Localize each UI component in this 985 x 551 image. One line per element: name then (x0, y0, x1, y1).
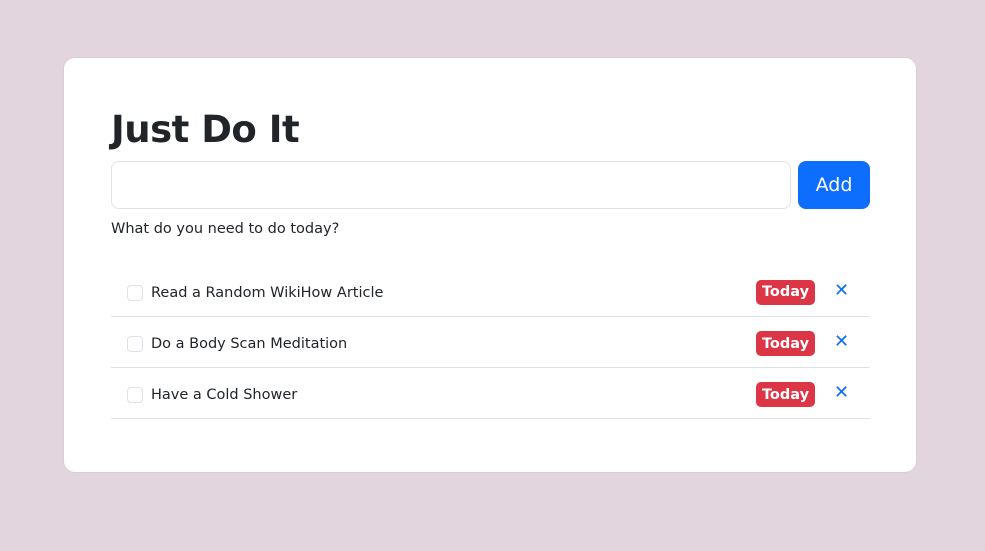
todo-text: Do a Body Scan Meditation (151, 336, 348, 352)
todo-checkbox[interactable] (127, 284, 143, 301)
todo-checkbox[interactable] (127, 336, 143, 352)
status-badge: Today (756, 279, 815, 305)
list-item: Read a Random WikiHow Article Today ✕ (111, 265, 870, 317)
input-help-text: What do you need to do today? (111, 221, 340, 237)
todo-text: Have a Cold Shower (151, 387, 298, 403)
close-icon[interactable]: ✕ (834, 280, 849, 301)
todo-checkbox[interactable] (127, 387, 143, 403)
status-badge: Today (756, 382, 815, 407)
todo-card: Just Do It Add What do you need to do to… (63, 57, 917, 473)
page-title: Just Do It (111, 108, 300, 151)
close-icon[interactable]: ✕ (834, 331, 849, 352)
add-button[interactable]: Add (798, 161, 870, 209)
todo-text: Read a Random WikiHow Article (151, 284, 384, 301)
list-item: Do a Body Scan Meditation Today ✕ (111, 317, 870, 368)
status-badge: Today (756, 331, 815, 356)
list-item: Have a Cold Shower Today ✕ (111, 368, 870, 419)
todo-list: Read a Random WikiHow Article Today ✕ Do… (111, 265, 870, 419)
todo-input[interactable] (111, 161, 791, 209)
close-icon[interactable]: ✕ (834, 382, 849, 403)
